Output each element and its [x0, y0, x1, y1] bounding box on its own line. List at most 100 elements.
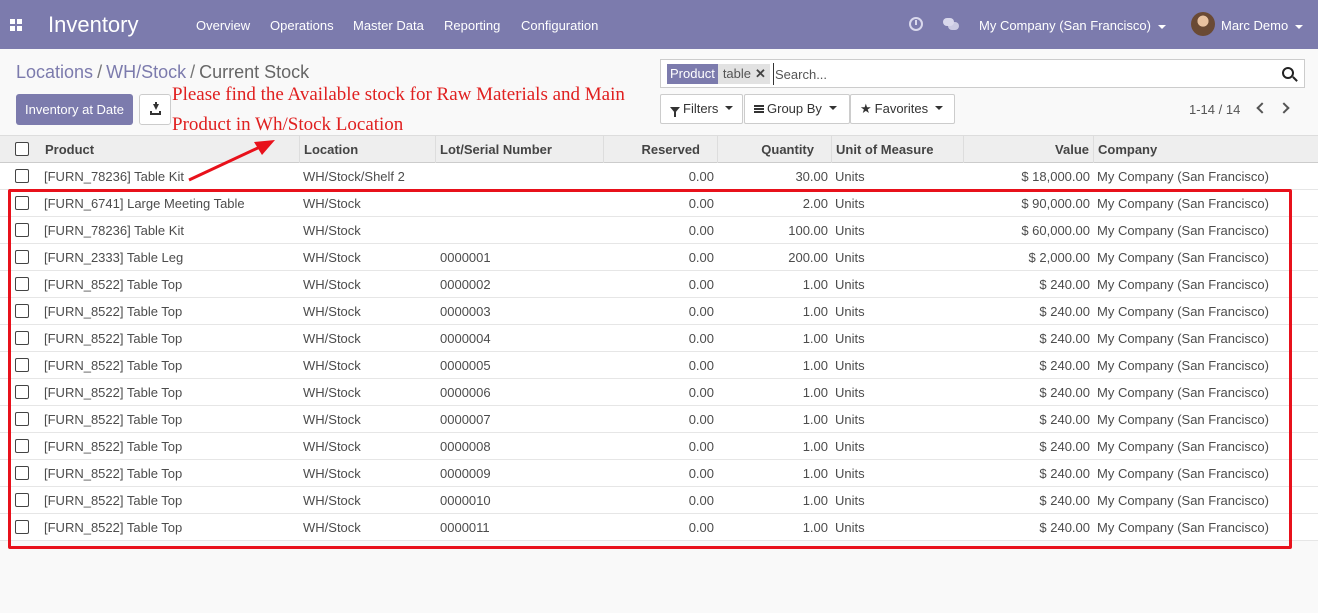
table-row[interactable]: [FURN_78236] Table Kit WH/Stock 0.00 100.00…	[0, 217, 1318, 244]
chevron-down-icon	[935, 105, 944, 110]
row-checkbox[interactable]	[15, 331, 29, 345]
table-row[interactable]: [FURN_8522] Table Top WH/Stock 0000008 0.00…	[0, 433, 1318, 460]
inventory-at-date-button[interactable]: Inventory at Date	[16, 94, 133, 125]
cell-quantity: 100.00	[788, 223, 828, 238]
download-button[interactable]	[139, 94, 171, 125]
cell-product: [FURN_8522] Table Top	[44, 277, 183, 292]
table-row[interactable]: [FURN_78236] Table Kit WH/Stock/Shelf 2 0.…	[0, 163, 1318, 190]
row-checkbox[interactable]	[15, 277, 29, 291]
cell-uom: Units	[835, 493, 865, 508]
list-icon	[754, 104, 764, 113]
table-row[interactable]: [FURN_8522] Table Top WH/Stock 0000010 0.00…	[0, 487, 1318, 514]
column-header-quantity[interactable]: Quantity	[718, 142, 814, 157]
row-checkbox[interactable]	[15, 196, 29, 210]
table-row[interactable]: [FURN_8522] Table Top WH/Stock 0000011 0.00…	[0, 514, 1318, 541]
row-checkbox[interactable]	[15, 439, 29, 453]
row-checkbox[interactable]	[15, 493, 29, 507]
search-icon[interactable]	[1282, 67, 1294, 79]
clock-icon[interactable]	[909, 17, 923, 31]
row-checkbox[interactable]	[15, 223, 29, 237]
company-switcher[interactable]: My Company (San Francisco)	[979, 18, 1166, 33]
row-checkbox[interactable]	[15, 358, 29, 372]
cell-value: $ 240.00	[1039, 412, 1090, 427]
select-all-checkbox[interactable]	[15, 142, 29, 156]
cell-reserved: 0.00	[688, 493, 714, 508]
cell-lot: 0000008	[440, 439, 491, 454]
menu-overview[interactable]: Overview	[196, 18, 250, 33]
favorites-button[interactable]: ★ Favorites	[850, 94, 955, 124]
breadcrumb: Locations / WH/Stock / Current Stock	[16, 62, 310, 82]
apps-menu-icon[interactable]	[10, 19, 22, 31]
cell-uom: Units	[835, 196, 865, 211]
cell-reserved: 0.00	[688, 331, 714, 346]
row-checkbox[interactable]	[15, 385, 29, 399]
table-row[interactable]: [FURN_8522] Table Top WH/Stock 0000003 0.00…	[0, 298, 1318, 325]
menu-master-data[interactable]: Master Data	[353, 18, 424, 33]
cell-lot: 0000002	[440, 277, 491, 292]
cell-company: My Company (San Francisco)	[1097, 169, 1269, 184]
cell-uom: Units	[835, 169, 865, 184]
column-header-location[interactable]: Location	[304, 142, 358, 157]
table-row[interactable]: [FURN_8522] Table Top WH/Stock 0000006 0.00…	[0, 379, 1318, 406]
table-row[interactable]: [FURN_8522] Table Top WH/Stock 0000007 0.00…	[0, 406, 1318, 433]
chevron-left-icon	[1256, 102, 1268, 114]
cell-company: My Company (San Francisco)	[1097, 331, 1269, 346]
pager-next[interactable]	[1278, 101, 1290, 115]
stock-table: Product Location Lot/Serial Number Reser…	[0, 135, 1318, 541]
pager-value[interactable]: 1-14 / 14	[1189, 102, 1240, 117]
menu-operations[interactable]: Operations	[270, 18, 334, 33]
cell-location: WH/Stock	[303, 358, 361, 373]
column-header-reserved[interactable]: Reserved	[604, 142, 700, 157]
cell-quantity: 2.00	[802, 196, 828, 211]
table-row[interactable]: [FURN_8522] Table Top WH/Stock 0000004 0.00…	[0, 325, 1318, 352]
cell-uom: Units	[835, 331, 865, 346]
cell-reserved: 0.00	[688, 520, 714, 535]
filter-icon	[670, 107, 680, 117]
column-header-lot[interactable]: Lot/Serial Number	[440, 142, 552, 157]
cell-company: My Company (San Francisco)	[1097, 493, 1269, 508]
user-avatar[interactable]	[1191, 12, 1215, 36]
cell-value: $ 240.00	[1039, 331, 1090, 346]
row-checkbox[interactable]	[15, 412, 29, 426]
breadcrumb-locations[interactable]: Locations	[16, 62, 93, 82]
chat-icon[interactable]	[943, 18, 959, 30]
cell-lot: 0000001	[440, 250, 491, 265]
table-row[interactable]: [FURN_2333] Table Leg WH/Stock 0000001 0.00…	[0, 244, 1318, 271]
row-checkbox[interactable]	[15, 304, 29, 318]
cell-reserved: 0.00	[688, 196, 714, 211]
column-header-company[interactable]: Company	[1098, 142, 1157, 157]
search-input[interactable]	[773, 63, 1253, 85]
top-navbar: Inventory Overview Operations Master Dat…	[0, 0, 1318, 49]
cell-location: WH/Stock	[303, 466, 361, 481]
facet-remove-icon[interactable]: ✕	[755, 66, 766, 81]
cell-quantity: 1.00	[802, 331, 828, 346]
table-row[interactable]: [FURN_6741] Large Meeting Table WH/Stock 0…	[0, 190, 1318, 217]
menu-configuration[interactable]: Configuration	[521, 18, 598, 33]
table-row[interactable]: [FURN_8522] Table Top WH/Stock 0000005 0.00…	[0, 352, 1318, 379]
pager-previous[interactable]	[1256, 101, 1268, 115]
cell-quantity: 1.00	[802, 385, 828, 400]
cell-product: [FURN_78236] Table Kit	[44, 223, 184, 238]
group-by-button[interactable]: Group By	[744, 94, 850, 124]
row-checkbox[interactable]	[15, 250, 29, 264]
filters-button[interactable]: Filters	[660, 94, 743, 124]
table-row[interactable]: [FURN_8522] Table Top WH/Stock 0000009 0.00…	[0, 460, 1318, 487]
app-title[interactable]: Inventory	[48, 12, 139, 38]
cell-location: WH/Stock	[303, 493, 361, 508]
table-row[interactable]: [FURN_8522] Table Top WH/Stock 0000002 0.00…	[0, 271, 1318, 298]
breadcrumb-wh-stock[interactable]: WH/Stock	[106, 62, 186, 82]
column-header-product[interactable]: Product	[45, 142, 94, 157]
menu-reporting[interactable]: Reporting	[444, 18, 500, 33]
cell-lot: 0000006	[440, 385, 491, 400]
user-menu[interactable]: Marc Demo	[1221, 18, 1304, 33]
cell-product: [FURN_8522] Table Top	[44, 412, 183, 427]
cell-location: WH/Stock/Shelf 2	[303, 169, 405, 184]
annotation-line-2: Product in Wh/Stock Location	[172, 114, 404, 135]
column-header-value[interactable]: Value	[964, 142, 1089, 157]
row-checkbox[interactable]	[15, 520, 29, 534]
cell-location: WH/Stock	[303, 385, 361, 400]
row-checkbox[interactable]	[15, 169, 29, 183]
cell-company: My Company (San Francisco)	[1097, 520, 1269, 535]
row-checkbox[interactable]	[15, 466, 29, 480]
column-header-uom[interactable]: Unit of Measure	[836, 142, 934, 157]
